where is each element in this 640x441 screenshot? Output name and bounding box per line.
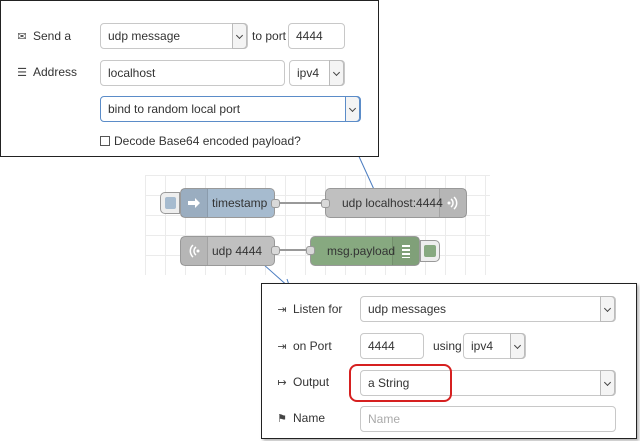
tag-icon: ⚑ bbox=[277, 412, 287, 425]
send-port-input[interactable]: 4444 bbox=[288, 23, 345, 49]
udp-in-icon-area bbox=[181, 237, 208, 265]
inject-button-inner bbox=[165, 197, 176, 209]
chevron-down-icon bbox=[510, 333, 525, 359]
chevron-down-icon bbox=[345, 96, 360, 122]
arrow-right-icon bbox=[188, 198, 200, 208]
listen-port-value: 4444 bbox=[368, 339, 395, 353]
udp-out-input-port[interactable] bbox=[321, 199, 330, 208]
send-row-label: ✉ Send a bbox=[15, 23, 71, 49]
name-input[interactable]: Name bbox=[360, 406, 616, 432]
bind-port-select[interactable]: bind to random local port bbox=[100, 96, 361, 122]
debug-toggle-button[interactable] bbox=[420, 240, 440, 262]
list-icon bbox=[402, 245, 410, 258]
listen-label: Listen for bbox=[293, 302, 343, 316]
udp-in-output-port[interactable] bbox=[271, 246, 280, 255]
address-row-label: ☰ Address bbox=[15, 59, 77, 85]
on-port-row-label: ⇥ on Port bbox=[275, 333, 332, 359]
send-type-select[interactable]: udp message bbox=[100, 23, 248, 49]
sign-in-icon: ⇥ bbox=[277, 303, 287, 316]
listen-type-select[interactable]: udp messages bbox=[360, 296, 616, 322]
listen-type-value: udp messages bbox=[368, 302, 447, 316]
udp-in-config-panel: ⇥ Listen for udp messages ⇥ on Port 4444… bbox=[261, 283, 637, 439]
sign-in-icon: ⇥ bbox=[277, 340, 287, 353]
inject-icon-area bbox=[181, 189, 208, 217]
output-row-label: ↦ Output bbox=[275, 369, 329, 395]
name-placeholder: Name bbox=[368, 412, 401, 426]
listen-row-label: ⇥ Listen for bbox=[275, 296, 342, 322]
debug-node-label: msg.payload bbox=[327, 244, 396, 258]
udp-out-config-panel: ✉ Send a udp message to port 4444 ☰ Addr… bbox=[0, 0, 379, 157]
chevron-down-icon bbox=[600, 370, 615, 396]
using-label: using bbox=[433, 339, 462, 353]
envelope-icon: ✉ bbox=[17, 30, 27, 43]
list-icon: ☰ bbox=[17, 66, 27, 79]
chevron-down-icon bbox=[232, 23, 247, 49]
to-port-label: to port bbox=[252, 29, 287, 43]
debug-icon-area bbox=[392, 237, 419, 265]
listen-ip-version-select[interactable]: ipv4 bbox=[463, 333, 526, 359]
inject-node-label: timestamp bbox=[212, 196, 268, 210]
inject-node[interactable]: timestamp bbox=[180, 188, 275, 218]
address-value: localhost bbox=[108, 66, 156, 80]
listen-ip-version-value: ipv4 bbox=[471, 339, 494, 353]
send-port-value: 4444 bbox=[296, 29, 323, 43]
debug-node[interactable]: msg.payload bbox=[310, 236, 420, 266]
send-ip-version-value: ipv4 bbox=[297, 66, 320, 80]
debug-toggle-inner bbox=[424, 245, 436, 257]
inject-output-port[interactable] bbox=[271, 199, 280, 208]
bind-port-value: bind to random local port bbox=[108, 102, 241, 116]
udp-in-node[interactable]: udp 4444 bbox=[180, 236, 275, 266]
chevron-down-icon bbox=[329, 60, 344, 86]
wireless-icon bbox=[189, 244, 200, 258]
inject-button[interactable] bbox=[160, 192, 180, 214]
send-type-value: udp message bbox=[108, 29, 181, 43]
wireless-icon bbox=[447, 196, 458, 210]
udp-out-node[interactable]: udp localhost:4444 bbox=[325, 188, 467, 218]
udp-in-label: udp 4444 bbox=[212, 244, 263, 258]
address-input[interactable]: localhost bbox=[100, 60, 285, 86]
sign-out-icon: ↦ bbox=[277, 376, 287, 389]
decode-base64-label: Decode Base64 encoded payload? bbox=[114, 134, 301, 148]
on-port-label: on Port bbox=[293, 339, 332, 353]
name-label: Name bbox=[293, 411, 326, 425]
output-label: Output bbox=[293, 375, 330, 389]
debug-input-port[interactable] bbox=[306, 246, 315, 255]
address-label: Address bbox=[33, 65, 78, 79]
udp-out-label: udp localhost:4444 bbox=[342, 196, 443, 210]
send-ip-version-select[interactable]: ipv4 bbox=[289, 60, 345, 86]
send-label: Send a bbox=[33, 29, 72, 43]
output-highlight-box bbox=[349, 364, 452, 402]
decode-base64-checkbox[interactable] bbox=[100, 136, 110, 146]
listen-port-input[interactable]: 4444 bbox=[360, 333, 424, 359]
udp-out-icon-area bbox=[439, 189, 466, 217]
name-row-label: ⚑ Name bbox=[275, 405, 325, 431]
chevron-down-icon bbox=[600, 296, 615, 322]
